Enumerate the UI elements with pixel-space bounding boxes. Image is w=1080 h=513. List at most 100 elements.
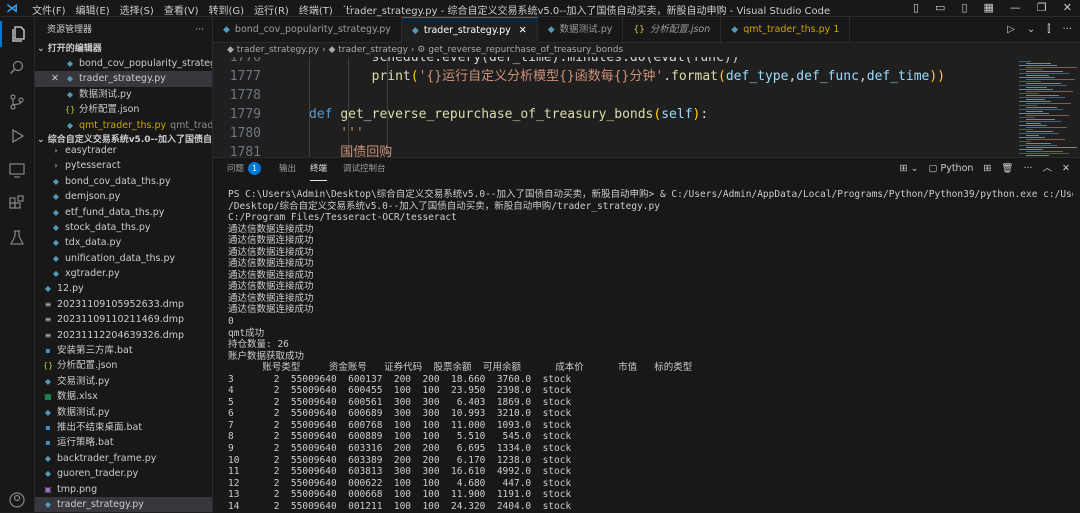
open-editor-item[interactable]: ✕ ◆ trader_strategy.py bbox=[35, 71, 212, 87]
file-name: pytesseract bbox=[65, 160, 121, 172]
terminal-line: 6 2 55009640 600689 300 300 10.993 3210.… bbox=[228, 408, 572, 420]
minimap-line bbox=[1019, 121, 1061, 122]
file-tree-item[interactable]: ◆ guoren_trader.py bbox=[35, 466, 212, 481]
extensions-icon[interactable] bbox=[0, 191, 34, 217]
new-terminal-icon[interactable]: ⊞ ⌄ bbox=[900, 158, 919, 180]
layout-secondary-icon[interactable]: ▯ bbox=[961, 1, 967, 14]
file-tree-item[interactable]: ◆ bond_cov_data_ths.py bbox=[35, 174, 212, 189]
file-tree-item[interactable]: ▪ 运行策略.bat bbox=[35, 435, 212, 450]
file-tree-item[interactable]: ◆ demjson.py bbox=[35, 189, 212, 204]
tab-terminal[interactable]: 终端 bbox=[310, 158, 328, 181]
close-panel-icon[interactable]: ✕ bbox=[1062, 158, 1070, 180]
file-tree-item[interactable]: ◆ 数据测试.py bbox=[35, 405, 212, 420]
file-tree-item[interactable]: ≡ 20231112204639326.dmp bbox=[35, 328, 212, 343]
file-name: 安装第三方库.bat bbox=[57, 345, 133, 357]
file-name: 数据.xlsx bbox=[57, 391, 98, 403]
close-icon[interactable]: ✕ bbox=[51, 73, 59, 84]
editor-tab[interactable]: {} 分析配置.json bbox=[623, 17, 722, 42]
menu-item[interactable]: 选择(S) bbox=[120, 2, 154, 17]
menu-item[interactable]: 文件(F) bbox=[32, 2, 66, 17]
split-terminal-icon[interactable]: ⊞ bbox=[983, 158, 991, 180]
code-editor[interactable]: 1776 schedule.every(def_time).minutes.do… bbox=[213, 57, 1013, 157]
editor-tab[interactable]: ◆ qmt_trader_ths.py 1 bbox=[721, 17, 851, 42]
open-editor-item[interactable]: ◆ bond_cov_popularity_strategy.p... bbox=[35, 56, 212, 71]
minimap-line bbox=[1026, 151, 1063, 152]
terminal-line: 10 2 55009640 603389 200 200 6.170 1238.… bbox=[228, 454, 572, 466]
open-editor-item[interactable]: ◆ 数据测试.py bbox=[35, 87, 212, 102]
file-tree-item[interactable]: ◆ backtrader_frame.py bbox=[35, 451, 212, 466]
editor-tabs: ◆ bond_cov_popularity_strategy.py ◆ trader_… bbox=[213, 17, 1080, 43]
menu-item[interactable]: 运行(R) bbox=[254, 2, 289, 17]
file-tree-item[interactable]: ▦ 数据.xlsx bbox=[35, 389, 212, 404]
breadcrumb[interactable]: ◆ trader_strategy.py › ◆ trader_strategy… bbox=[213, 43, 927, 57]
open-editors-section[interactable]: ⌄ 打开的编辑器 bbox=[35, 43, 212, 56]
file-tree-item[interactable]: ≡ 20231109105952633.dmp bbox=[35, 297, 212, 312]
file-tree-item[interactable]: ▪ 安装第三方库.bat bbox=[35, 343, 212, 358]
file-tree-item[interactable]: {} 分析配置.json bbox=[35, 358, 212, 373]
run-icon[interactable]: ▷ bbox=[1007, 17, 1015, 42]
file-name: unification_data_ths.py bbox=[65, 252, 176, 264]
account-icon[interactable] bbox=[0, 487, 34, 513]
customize-layout-icon[interactable]: ▦ bbox=[984, 1, 994, 14]
open-editor-item[interactable]: ◆ qmt_trader_ths.pyqmt_trader 1 bbox=[35, 118, 212, 133]
remote-explorer-icon[interactable] bbox=[0, 157, 34, 183]
maximize-button[interactable]: ❐ bbox=[1037, 1, 1047, 14]
terminal-line: 14 2 55009640 001211 100 100 24.320 2404… bbox=[228, 500, 572, 509]
tab-problems[interactable]: 问题 1 bbox=[227, 158, 262, 180]
minimize-button[interactable]: — bbox=[1010, 1, 1021, 14]
file-tree-item[interactable]: ◆ unification_data_ths.py bbox=[35, 251, 212, 266]
code-text: def get_reverse_repurchase_of_treasury_b… bbox=[309, 106, 708, 125]
chevron-down-icon[interactable]: ⌄ bbox=[1027, 17, 1035, 42]
file-tree-item[interactable]: ◆ stock_data_ths.py bbox=[35, 220, 212, 235]
minimap-line bbox=[1026, 95, 1059, 96]
minimap-line bbox=[1019, 101, 1051, 102]
file-icon: ◆ bbox=[52, 207, 60, 217]
tab-output[interactable]: 输出 bbox=[279, 158, 296, 180]
menu-item[interactable]: 转到(G) bbox=[209, 2, 245, 17]
layout-sidebar-icon[interactable]: ▯ bbox=[913, 1, 919, 14]
menu-item[interactable]: 编辑(E) bbox=[76, 2, 110, 17]
minimap[interactable] bbox=[1013, 57, 1080, 157]
file-icon: ≡ bbox=[44, 330, 52, 340]
terminal-line: 3 2 55009640 600137 200 200 18.660 3760.… bbox=[228, 373, 572, 385]
more-actions-icon[interactable]: ··· bbox=[1062, 17, 1072, 42]
menu-item[interactable]: 查看(V) bbox=[164, 2, 199, 17]
file-tree-item[interactable]: ▪ 推出不结束桌面.bat bbox=[35, 420, 212, 435]
editor-tab[interactable]: ◆ trader_strategy.py ✕ bbox=[401, 17, 538, 43]
more-actions-icon[interactable]: ··· bbox=[1023, 158, 1032, 180]
trash-icon[interactable]: 🗑 bbox=[1001, 158, 1013, 180]
split-editor-icon[interactable]: ⫿ bbox=[1047, 17, 1050, 42]
file-tree-item[interactable]: ◆ tdx_data.py bbox=[35, 235, 212, 250]
file-tree-item[interactable]: ≡ 20231109110211469.dmp bbox=[35, 312, 212, 327]
file-tree-item[interactable]: ◆ etf_fund_data_ths.py bbox=[35, 205, 212, 220]
testing-icon[interactable] bbox=[0, 225, 34, 251]
code-token: : bbox=[700, 107, 709, 122]
file-tree-item[interactable]: › easytrader bbox=[35, 143, 212, 158]
minimap-line bbox=[1019, 153, 1069, 154]
editor-tab[interactable]: ◆ bond_cov_popularity_strategy.py bbox=[213, 17, 402, 42]
minimap-line bbox=[1026, 111, 1043, 112]
explorer-icon[interactable] bbox=[0, 21, 36, 47]
file-icon: ◆ bbox=[44, 469, 52, 479]
close-window-button[interactable]: ✕ bbox=[1063, 1, 1072, 14]
close-icon[interactable]: ✕ bbox=[519, 25, 527, 36]
editor-tab[interactable]: ◆ 数据测试.py bbox=[538, 17, 624, 42]
open-editor-item[interactable]: {} 分析配置.json bbox=[35, 102, 212, 117]
file-tree-item[interactable]: ◆ 12.py bbox=[35, 281, 212, 296]
file-tree-item[interactable]: ◆ trader_strategy.py bbox=[35, 496, 212, 512]
file-tree-item[interactable]: ◆ xgtrader.py bbox=[35, 266, 212, 281]
file-tree-item[interactable]: ▣ tmp.png bbox=[35, 482, 212, 497]
layout-panel-icon[interactable]: ▭ bbox=[935, 1, 945, 14]
terminal-line: 通达信数据连接成功 bbox=[228, 246, 314, 258]
terminal-output[interactable]: PS C:\Users\Admin\Desktop\综合自定义交易系统v5.0-… bbox=[228, 189, 1073, 509]
file-tree-item[interactable]: › pytesseract bbox=[35, 158, 212, 173]
tab-debug-console[interactable]: 调试控制台 bbox=[343, 158, 386, 180]
more-actions-icon[interactable]: ··· bbox=[195, 17, 204, 43]
terminal-profile-label[interactable]: ▢ Python bbox=[928, 158, 973, 180]
search-icon[interactable] bbox=[0, 55, 34, 81]
source-control-icon[interactable] bbox=[0, 89, 34, 115]
run-debug-icon[interactable] bbox=[0, 123, 34, 149]
menu-item[interactable]: 终端(T) bbox=[299, 2, 333, 17]
maximize-panel-icon[interactable]: ︿ bbox=[1043, 158, 1053, 180]
file-tree-item[interactable]: ◆ 交易测试.py bbox=[35, 374, 212, 389]
